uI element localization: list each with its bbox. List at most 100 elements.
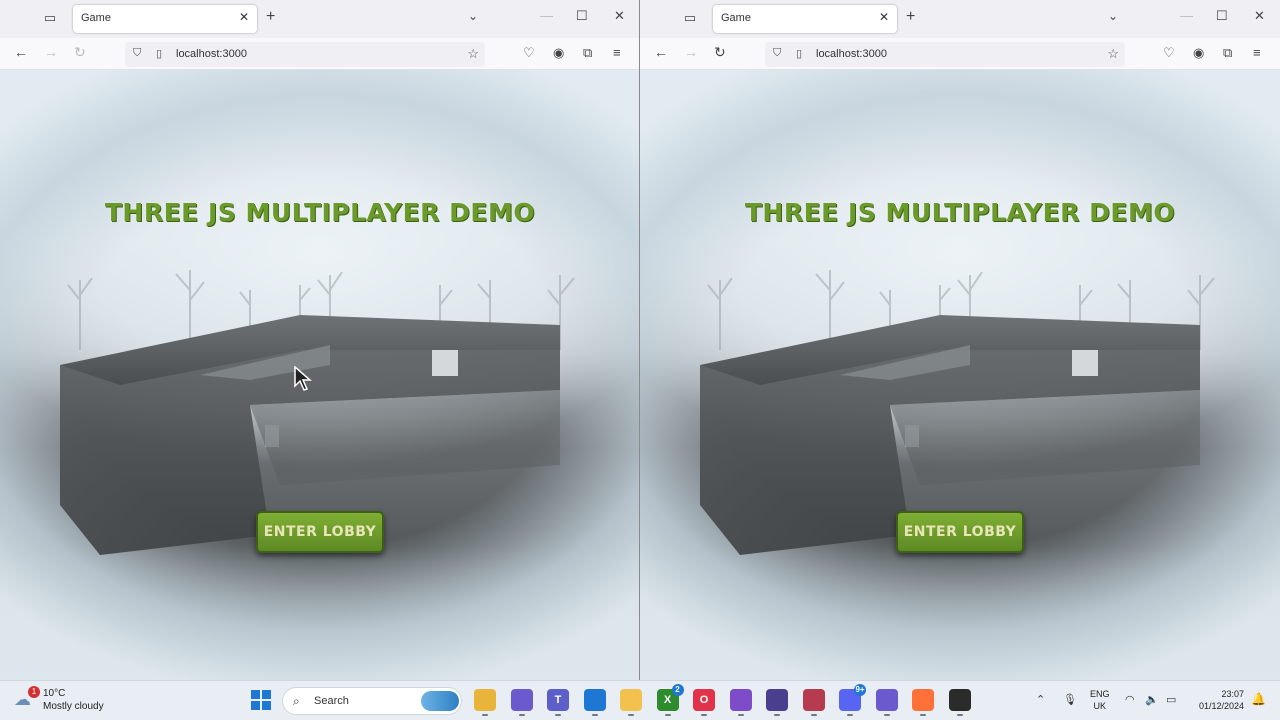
reload-icon[interactable]: ↻ <box>714 44 726 61</box>
file-explorer-icon[interactable] <box>474 689 496 716</box>
running-indicator <box>664 714 671 716</box>
page-icon: ▯ <box>796 48 803 60</box>
game-canvas[interactable]: Three JS Multiplayer Demo Enter Lobby <box>0 70 639 680</box>
star-icon[interactable]: ☆ <box>1107 46 1119 62</box>
minimize-icon[interactable]: — <box>1180 8 1193 23</box>
back-arrow-icon[interactable]: ← <box>654 44 668 60</box>
running-indicator <box>482 714 488 716</box>
wifi-icon[interactable]: ◠ <box>1125 693 1135 706</box>
chevron-up-icon[interactable]: ⌃ <box>1036 693 1045 706</box>
url-text[interactable]: localhost:3000 <box>176 48 247 60</box>
chevron-down-icon[interactable]: ⌄ <box>1108 9 1118 23</box>
forward-arrow-icon[interactable]: → <box>684 44 698 60</box>
window-close-icon[interactable]: ✕ <box>1254 8 1265 24</box>
davinci-icon[interactable] <box>802 689 825 716</box>
page-icon: ▯ <box>156 48 163 60</box>
tab-list-icon[interactable]: ▭ <box>680 10 700 28</box>
language-code: ENG <box>1090 689 1110 699</box>
hamburger-menu-icon[interactable]: ≡ <box>613 45 621 60</box>
pocket-icon[interactable]: ♡ <box>1163 45 1175 61</box>
running-indicator <box>847 714 853 716</box>
chrome-icon[interactable] <box>948 689 971 716</box>
teams-icon[interactable]: T <box>547 689 569 716</box>
close-icon[interactable]: ✕ <box>879 10 889 24</box>
discord-icon[interactable]: 9+ <box>839 684 866 716</box>
language-indicator[interactable]: ENG UK <box>1090 688 1110 712</box>
running-indicator <box>628 714 634 716</box>
maximize-icon[interactable]: ☐ <box>1216 8 1228 24</box>
game-canvas[interactable]: Three JS Multiplayer Demo Enter Lobby <box>640 70 1280 680</box>
account-icon[interactable]: ◉ <box>1193 45 1204 61</box>
back-arrow-icon[interactable]: ← <box>14 44 28 60</box>
plus-icon[interactable]: + <box>266 8 275 26</box>
forward-arrow-icon[interactable]: → <box>44 44 58 60</box>
tab-bar: ▭ Game ✕ + ⌄ — ☐ ✕ <box>640 0 1280 38</box>
shield-icon[interactable]: ⛉ <box>133 47 141 60</box>
obs-icon[interactable] <box>766 689 788 716</box>
folder-icon[interactable] <box>620 689 642 716</box>
maximize-icon[interactable]: ☐ <box>576 8 588 24</box>
search-icon: ⌕ <box>293 694 300 708</box>
search-placeholder: Search <box>314 695 349 707</box>
nav-bar: ← → ↻ ⛉ ▯ localhost:3000 ☆ ♡ ◉ ⧉ ≡ <box>640 38 1280 70</box>
star-icon[interactable]: ☆ <box>467 46 479 62</box>
browser-window-right: ▭ Game ✕ + ⌄ — ☐ ✕ ← → ↻ ⛉ ▯ localhost:3… <box>640 0 1280 680</box>
game-title: Three JS Multiplayer Demo <box>744 198 1176 227</box>
weather-description: Mostly cloudy <box>43 701 104 712</box>
taskbar-search[interactable]: ⌕ Search <box>282 687 462 715</box>
window-close-icon[interactable]: ✕ <box>614 8 625 24</box>
mail-icon[interactable] <box>583 689 606 716</box>
tab-bar: ▭ Game ✕ + ⌄ — ☐ ✕ <box>0 0 639 38</box>
enter-lobby-button[interactable]: Enter Lobby <box>256 511 384 553</box>
clapper-icon[interactable] <box>875 689 898 716</box>
pocket-icon[interactable]: ♡ <box>523 45 535 61</box>
running-indicator <box>518 714 525 716</box>
tab-title: Game <box>721 12 751 24</box>
extensions-icon[interactable]: ⧉ <box>1223 45 1232 61</box>
running-indicator <box>555 714 561 716</box>
tab-game[interactable]: Game ✕ <box>713 5 897 33</box>
notification-badge: 1 <box>28 686 40 698</box>
github-desktop-icon[interactable] <box>729 689 752 716</box>
url-bar[interactable]: ⛉ ▯ localhost:3000 ☆ <box>125 42 485 67</box>
hamburger-menu-icon[interactable]: ≡ <box>1253 45 1261 60</box>
tab-title: Game <box>81 12 111 24</box>
opera-icon[interactable]: O <box>693 689 715 716</box>
running-indicator <box>920 714 926 716</box>
plus-icon[interactable]: + <box>906 8 915 26</box>
copilot-icon[interactable] <box>510 689 533 716</box>
game-title: Three JS Multiplayer Demo <box>104 198 536 227</box>
weather-widget[interactable]: ☁ 1 10°C Mostly cloudy <box>14 686 134 716</box>
windows-start-icon[interactable] <box>251 690 271 710</box>
battery-icon[interactable]: ▭ <box>1166 693 1176 706</box>
clock-date: 01/12/2024 <box>1198 701 1244 711</box>
mouse-cursor-icon <box>294 366 313 391</box>
url-bar[interactable]: ⛉ ▯ localhost:3000 ☆ <box>765 42 1125 67</box>
account-icon[interactable]: ◉ <box>553 45 564 61</box>
running-indicator <box>737 714 744 716</box>
nav-bar: ← → ↻ ⛉ ▯ localhost:3000 ☆ ♡ ◉ ⧉ ≡ <box>0 38 639 70</box>
running-indicator <box>701 714 707 716</box>
notification-bell-icon[interactable]: 🔔 <box>1251 692 1266 706</box>
extensions-icon[interactable]: ⧉ <box>583 45 592 61</box>
language-region: UK <box>1093 701 1107 711</box>
search-highlight-image <box>421 691 459 711</box>
xbox-icon[interactable]: X2 <box>656 684 684 716</box>
close-icon[interactable]: ✕ <box>239 10 249 24</box>
chevron-down-icon[interactable]: ⌄ <box>468 9 478 23</box>
volume-icon[interactable]: 🔈 <box>1145 693 1159 706</box>
url-text[interactable]: localhost:3000 <box>816 48 887 60</box>
firefox-icon[interactable] <box>912 689 934 716</box>
running-indicator <box>810 714 817 716</box>
taskbar: ☁ 1 10°C Mostly cloudy ⌕ Search T X 2 O 9+ ⌃… <box>0 680 1280 720</box>
reload-icon[interactable]: ↻ <box>74 44 86 61</box>
minimize-icon[interactable]: — <box>540 8 553 23</box>
tab-game[interactable]: Game ✕ <box>73 5 257 33</box>
enter-lobby-button[interactable]: Enter Lobby <box>896 511 1024 553</box>
tab-list-icon[interactable]: ▭ <box>40 10 60 28</box>
shield-icon[interactable]: ⛉ <box>773 47 781 60</box>
weather-temperature: 10°C <box>43 688 66 699</box>
clock[interactable]: 23:07 01/12/2024 <box>1188 688 1244 712</box>
clock-time: 23:07 <box>1221 689 1244 699</box>
microphone-icon[interactable]: 🎙 <box>1063 693 1077 706</box>
